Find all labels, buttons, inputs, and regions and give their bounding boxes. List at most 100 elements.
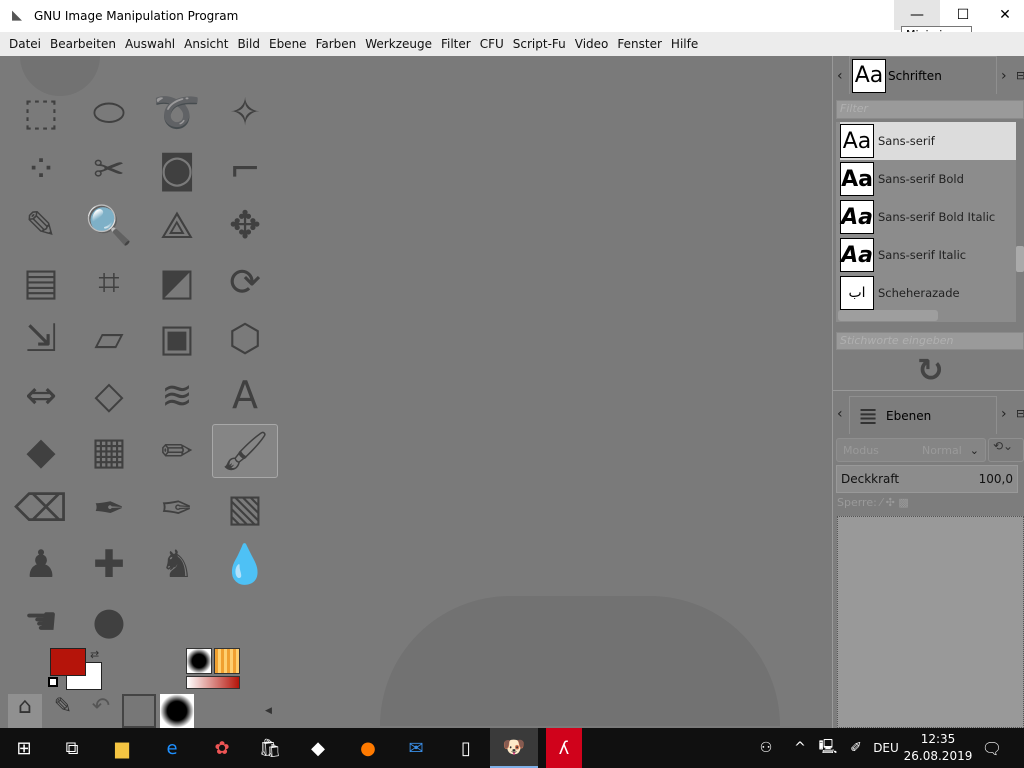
opacity-slider[interactable]: Deckkraft 100,0	[836, 465, 1018, 493]
menu-datei[interactable]: Datei	[9, 37, 41, 51]
font-list-item[interactable]: Aa Sans-serif Bold	[840, 160, 1016, 198]
font-tags-input[interactable]: Stichworte eingeben	[836, 332, 1024, 350]
dock-menu-icon[interactable]: ⊟	[1016, 407, 1024, 420]
blend-icon[interactable]: ▦	[76, 424, 142, 478]
font-list-hscrollbar[interactable]	[838, 310, 938, 321]
lock-position-icon[interactable]: ✣	[886, 496, 895, 509]
menu-bild[interactable]: Bild	[237, 37, 260, 51]
firefox-icon[interactable]: ●	[344, 728, 392, 768]
edge-icon[interactable]: e	[148, 728, 196, 768]
lock-alpha-icon[interactable]: ▩	[898, 496, 908, 509]
menu-cfu[interactable]: CFU	[480, 37, 504, 51]
font-list-item[interactable]: Aa Sans-serif	[840, 122, 1016, 160]
brush-preview[interactable]	[186, 648, 212, 674]
free-select-icon[interactable]: ➰	[144, 85, 210, 139]
color-select-icon[interactable]: ⁘	[8, 142, 74, 196]
bucket-fill-icon[interactable]: ◆	[8, 424, 74, 478]
menu-script-fu[interactable]: Script-Fu	[513, 37, 566, 51]
images-tab-icon[interactable]	[122, 694, 156, 728]
eraser-icon[interactable]: ⌫	[8, 481, 74, 535]
menu-farben[interactable]: Farben	[316, 37, 357, 51]
pattern-preview[interactable]	[214, 648, 240, 674]
menu-bearbeiten[interactable]: Bearbeiten	[50, 37, 116, 51]
rect-select-icon[interactable]: ⬚	[8, 85, 74, 139]
composite-mode-select[interactable]: ⟲⌄	[988, 438, 1024, 462]
store-icon[interactable]: 🛍	[246, 728, 294, 768]
file-explorer-icon[interactable]: ▆	[98, 728, 146, 768]
scale-icon[interactable]: ⇲	[8, 311, 74, 365]
paintbrush-icon[interactable]: 🖌	[212, 424, 278, 478]
tab-scroll-right-icon[interactable]: ›	[1001, 406, 1007, 422]
tab-layers[interactable]: ≣ Ebenen	[849, 396, 997, 434]
close-button[interactable]: ✕	[986, 0, 1024, 30]
heal-icon[interactable]: ✚	[76, 537, 142, 591]
lock-pixels-icon[interactable]: ⁄	[880, 496, 882, 509]
ellipse-select-icon[interactable]: ⬭	[76, 85, 142, 139]
clock[interactable]: 12:35 26.08.2019	[900, 731, 976, 765]
warp-icon[interactable]: ◇	[76, 368, 142, 422]
default-colors-icon[interactable]	[48, 677, 58, 687]
font-filter-input[interactable]: Filter	[836, 100, 1024, 119]
cage-icon[interactable]: ▣	[144, 311, 210, 365]
blur-icon[interactable]: 💧	[212, 537, 278, 591]
tool-options-tab-icon[interactable]: ⌂	[8, 694, 42, 728]
unified-transform-icon[interactable]: ◩	[144, 255, 210, 309]
undo-history-tab-icon[interactable]: ↶	[84, 694, 118, 728]
mypaint-icon[interactable]: ▧	[212, 481, 278, 535]
align-icon[interactable]: ▤	[8, 255, 74, 309]
dock-menu-icon[interactable]: ◀	[265, 706, 272, 716]
menu-ansicht[interactable]: Ansicht	[184, 37, 228, 51]
tab-scroll-left-icon[interactable]: ‹	[837, 406, 843, 422]
menu-video[interactable]: Video	[575, 37, 609, 51]
flip-icon[interactable]: ⇔	[8, 368, 74, 422]
gimp-taskbar-icon[interactable]: 🐶	[490, 728, 538, 768]
ink-icon[interactable]: ✑	[144, 481, 210, 535]
zoom-icon[interactable]: 🔍	[76, 198, 142, 252]
menu-ebene[interactable]: Ebene	[269, 37, 307, 51]
dodge-burn-icon[interactable]: ●	[76, 594, 142, 648]
shear-icon[interactable]: ▱	[76, 311, 142, 365]
libreoffice-icon[interactable]: ▯	[442, 728, 490, 768]
paint-icon[interactable]: ✿	[198, 728, 246, 768]
clone-icon[interactable]: ♟	[8, 537, 74, 591]
pencil-icon[interactable]: ✏	[144, 424, 210, 478]
wave-icon[interactable]: ≋	[144, 368, 210, 422]
gradient-preview[interactable]	[186, 676, 240, 689]
brushes-tab-icon[interactable]	[160, 694, 194, 728]
menu-auswahl[interactable]: Auswahl	[125, 37, 175, 51]
swap-colors-icon[interactable]: ⇄	[90, 648, 99, 661]
layer-mode-select[interactable]: Modus Normal ⌄	[836, 438, 986, 462]
text-icon[interactable]: A	[212, 368, 278, 422]
tab-scroll-right-icon[interactable]: ›	[1001, 68, 1007, 84]
font-list-item[interactable]: Aa Sans-serif Bold Italic	[840, 198, 1016, 236]
fuzzy-select-icon[interactable]: ✧	[212, 85, 278, 139]
dock-menu-icon[interactable]: ⊟	[1016, 69, 1024, 82]
move-icon[interactable]: ✥	[212, 198, 278, 252]
device-status-tab-icon[interactable]: ✎	[46, 694, 80, 728]
menu-filter[interactable]: Filter	[441, 37, 471, 51]
perspective-icon[interactable]: ⬡	[212, 311, 278, 365]
avira-icon[interactable]: ʎ	[546, 728, 582, 768]
font-list-vscrollbar[interactable]	[1016, 246, 1024, 272]
measure-icon[interactable]: ⟁	[144, 198, 210, 252]
airbrush-icon[interactable]: ✒	[76, 481, 142, 535]
layers-list[interactable]	[837, 516, 1024, 728]
smudge-icon[interactable]: ☚	[8, 594, 74, 648]
menu-werkzeuge[interactable]: Werkzeuge	[365, 37, 432, 51]
start-windows-icon[interactable]: ⊞	[0, 728, 48, 768]
color-picker-icon[interactable]: ✎	[8, 198, 74, 252]
scissors-icon[interactable]: ✂	[76, 142, 142, 196]
menu-fenster[interactable]: Fenster	[617, 37, 662, 51]
inkscape-icon[interactable]: ◆	[294, 728, 342, 768]
rotate-icon[interactable]: ⟳	[212, 255, 278, 309]
font-list-item[interactable]: Aa Sans-serif Italic	[840, 236, 1016, 274]
refresh-fonts-icon[interactable]: ↻	[917, 352, 944, 388]
menu-hilfe[interactable]: Hilfe	[671, 37, 698, 51]
foreground-color[interactable]	[50, 648, 86, 676]
tab-fonts[interactable]: Aa Schriften	[849, 56, 997, 94]
foreground-select-icon[interactable]: ◙	[144, 142, 210, 196]
task-view-icon[interactable]: ⧉	[48, 728, 96, 768]
tab-scroll-left-icon[interactable]: ‹	[837, 68, 843, 84]
action-center-icon[interactable]: 🗨	[968, 728, 1016, 768]
paths-icon[interactable]: ⌐	[212, 142, 278, 196]
